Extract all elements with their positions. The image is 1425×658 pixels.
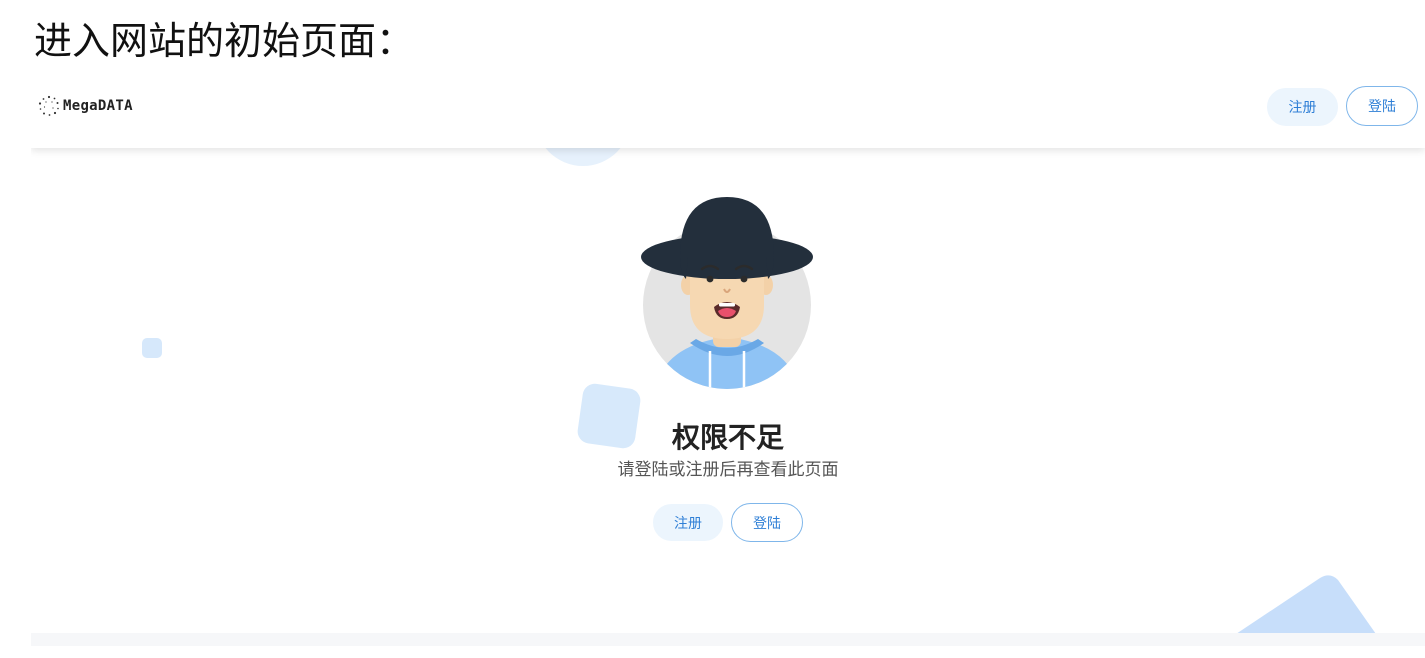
document-caption: 进入网站的初始页面： — [34, 19, 415, 63]
permission-denied-title: 权限不足 — [671, 421, 784, 454]
top-navigation-bar: MegaDATA 注册 登陆 — [31, 80, 1425, 148]
logo-text: MegaDATA — [63, 98, 133, 114]
permission-denied-panel: 权限不足 请登陆或注册后再查看此页面 注册 登陆 — [31, 80, 1425, 646]
footer-strip — [31, 633, 1425, 646]
permission-denied-message: 请登陆或注册后再查看此页面 — [617, 460, 839, 480]
app-screenshot: MegaDATA 注册 登陆 权限不足 请登陆或注册后再查看此页面 注册 登陆 — [31, 80, 1425, 646]
register-button[interactable]: 注册 — [653, 504, 723, 541]
login-button[interactable]: 登陆 — [731, 503, 803, 542]
header-login-button[interactable]: 登陆 — [1346, 86, 1418, 126]
site-logo[interactable]: MegaDATA — [37, 92, 133, 120]
megadata-logo-icon — [38, 95, 59, 116]
confused-user-avatar-illustration — [641, 197, 813, 389]
header-register-button[interactable]: 注册 — [1267, 88, 1338, 126]
